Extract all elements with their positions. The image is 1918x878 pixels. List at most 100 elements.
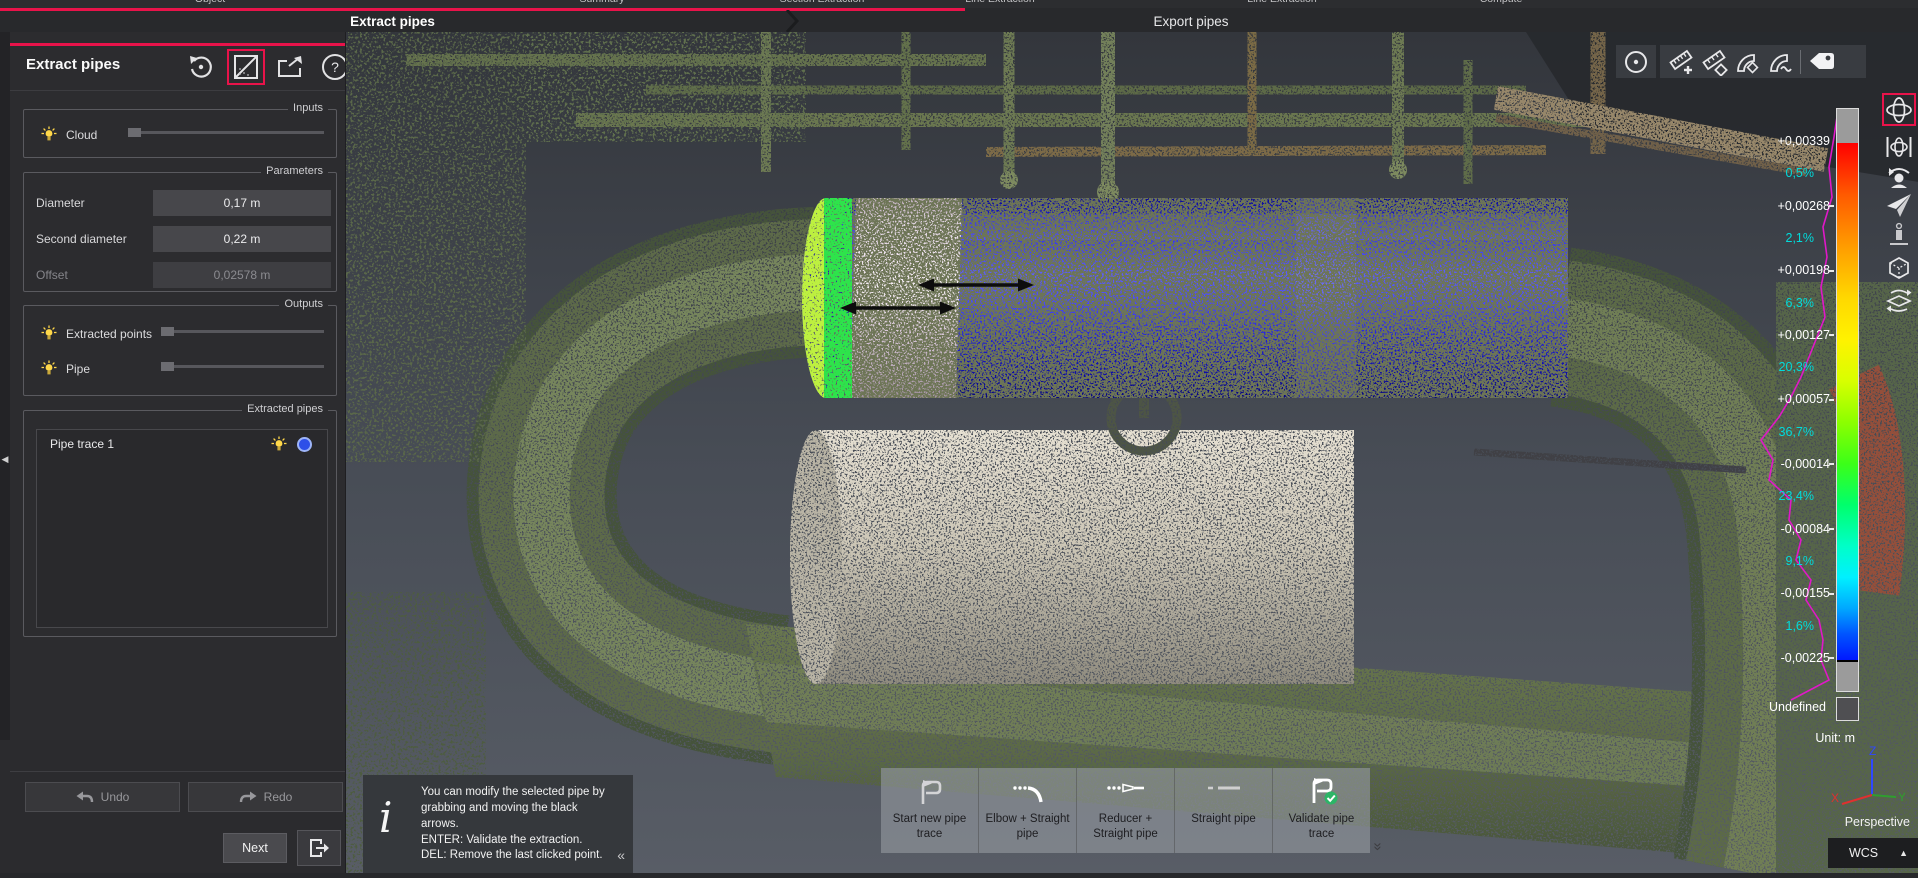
start-new-pipe-trace-button[interactable]: Start new pipe trace — [881, 768, 978, 853]
pipe-trace-toolbar: Start new pipe trace Elbow + Straight pi… — [881, 768, 1370, 853]
colorbar-percent: 1,6% — [1786, 619, 1815, 633]
constrained-orbit-icon[interactable] — [1884, 132, 1914, 162]
turntable-icon[interactable] — [1884, 285, 1914, 315]
divider — [10, 771, 345, 772]
angle-profile-icon[interactable] — [1763, 45, 1796, 78]
tab-divider-chevron-icon — [784, 10, 806, 32]
colorbar-tick — [1829, 528, 1834, 530]
button-label: Reducer + Straight pipe — [1080, 812, 1172, 842]
undefined-label: Undefined — [1769, 700, 1826, 714]
list-item-pipe-trace[interactable]: Pipe trace 1 — [38, 431, 326, 457]
panel-accent-line — [10, 43, 345, 46]
extracted-pipes-group: Extracted pipes Pipe trace 1 — [23, 410, 337, 637]
3d-viewport[interactable] — [345, 32, 1918, 873]
divider — [10, 90, 345, 91]
info-icon: i — [379, 797, 392, 839]
second-diameter-field[interactable]: 0,22 m — [153, 226, 331, 252]
inputs-group: Inputs Cloud — [23, 109, 337, 158]
extracted-pipes-list[interactable]: Pipe trace 1 — [36, 429, 328, 628]
axis-z-label: Z — [1869, 745, 1876, 758]
redo-label: Redo — [264, 790, 293, 804]
deviation-colorbar — [1836, 108, 1859, 692]
colorbar-tick — [1829, 463, 1834, 465]
examine-icon[interactable] — [1884, 161, 1914, 191]
extracted-points-bulb-icon[interactable] — [41, 325, 57, 341]
extracted-pipes-group-label: Extracted pipes — [242, 403, 328, 415]
dropdown-up-icon: ▲ — [1899, 848, 1908, 858]
history-icon[interactable] — [184, 50, 218, 84]
colorbar-value: -0,00014 — [1781, 457, 1830, 471]
quit-command-button[interactable] — [297, 830, 341, 866]
colorbar-value: +0,00339 — [1778, 134, 1830, 148]
colorbar-tick — [1829, 334, 1834, 336]
colorbar-tick — [1829, 270, 1834, 272]
window-diagonal-icon[interactable] — [229, 50, 263, 84]
pipe-trace-bulb-icon[interactable] — [271, 436, 287, 452]
parameters-group-label: Parameters — [261, 165, 328, 177]
validate-pipe-trace-button[interactable]: Validate pipe trace — [1272, 768, 1370, 853]
exit-door-icon — [307, 836, 331, 860]
expand-toolbar-icon[interactable]: » — [1370, 842, 1387, 850]
pipe-bulb-icon[interactable] — [41, 360, 57, 376]
center-target-icon[interactable] — [1620, 45, 1653, 78]
pipe-slider[interactable] — [161, 362, 324, 371]
measure-toolbar-left — [1616, 45, 1656, 78]
measure-volume-icon[interactable] — [1697, 45, 1730, 78]
slider-handle[interactable] — [161, 327, 174, 336]
next-button[interactable]: Next — [223, 833, 287, 863]
walk-icon[interactable] — [1884, 221, 1914, 251]
panel-footer: Undo Redo Next — [0, 740, 345, 873]
workflow-step[interactable]: Summary — [580, 0, 625, 5]
colorbar-percent: 6,3% — [1786, 296, 1815, 310]
elbow-straight-pipe-button[interactable]: Elbow + Straight pipe — [978, 768, 1076, 853]
workflow-step[interactable]: Compute — [1480, 0, 1523, 5]
fly-icon[interactable] — [1884, 190, 1914, 220]
projection-label[interactable]: Perspective — [1845, 815, 1910, 829]
colorbar-percent: 0,5% — [1786, 166, 1815, 180]
coordinate-system-dropdown[interactable]: WCS ▲ — [1828, 838, 1918, 868]
help-glyph: ? — [331, 59, 339, 75]
second-diameter-label: Second diameter — [36, 232, 127, 246]
tab-extract-pipes[interactable]: Extract pipes — [0, 11, 785, 32]
colorbar-percent: 36,7% — [1779, 425, 1814, 439]
slider-handle[interactable] — [128, 128, 141, 137]
undo-button[interactable]: Undo — [25, 782, 180, 812]
collapse-panel-arrow-icon[interactable]: ◀ — [0, 451, 10, 467]
coordinate-system-label: WCS — [1828, 846, 1899, 860]
reducer-straight-pipe-button[interactable]: Reducer + Straight pipe — [1076, 768, 1174, 853]
view-cube-icon[interactable] — [1884, 253, 1914, 283]
straight-pipe-button[interactable]: Straight pipe — [1174, 768, 1272, 853]
export-window-icon[interactable] — [273, 50, 307, 84]
orbit-icon[interactable] — [1884, 95, 1914, 125]
cloud-opacity-slider[interactable] — [128, 128, 324, 137]
tag-icon[interactable] — [1805, 45, 1838, 78]
redo-button[interactable]: Redo — [188, 782, 343, 812]
slider-handle[interactable] — [161, 362, 174, 371]
colorbar-percent: 20,3% — [1779, 360, 1814, 374]
workflow-step[interactable]: Line Extraction — [965, 0, 1034, 5]
workflow-step[interactable]: Object — [195, 0, 225, 5]
cloud-visibility-bulb-icon[interactable] — [41, 126, 57, 142]
measure-toolbar — [1660, 45, 1866, 78]
colorbar-value: +0,00268 — [1778, 199, 1830, 213]
diameter-field[interactable]: 0,17 m — [153, 190, 331, 216]
workflow-step[interactable]: Section Extraction — [780, 0, 865, 5]
parameters-group: Parameters Diameter 0,17 m Second diamet… — [23, 172, 337, 292]
extracted-points-label: Extracted points — [66, 327, 152, 341]
pipe-trace-name: Pipe trace 1 — [50, 437, 271, 451]
angle-measure-icon[interactable] — [1730, 45, 1763, 78]
offset-field: 0,02578 m — [153, 262, 331, 288]
colorbar-value: -0,00155 — [1781, 586, 1830, 600]
colorbar-value: -0,00084 — [1781, 522, 1830, 536]
tab-export-pipes[interactable]: Export pipes — [806, 11, 1576, 32]
collapse-info-icon[interactable]: « — [617, 847, 625, 863]
extracted-points-slider[interactable] — [161, 327, 324, 336]
workflow-step[interactable]: Line Extraction — [1247, 0, 1316, 5]
pipe-color-swatch[interactable] — [297, 437, 312, 452]
axis-y-label: Y — [1898, 790, 1905, 804]
measure-add-icon[interactable] — [1664, 45, 1697, 78]
axis-x-label: X — [1831, 791, 1839, 805]
colorbar-tick — [1829, 399, 1834, 401]
axis-triad: Z X Y — [1830, 745, 1905, 809]
button-label: Start new pipe trace — [884, 812, 976, 842]
